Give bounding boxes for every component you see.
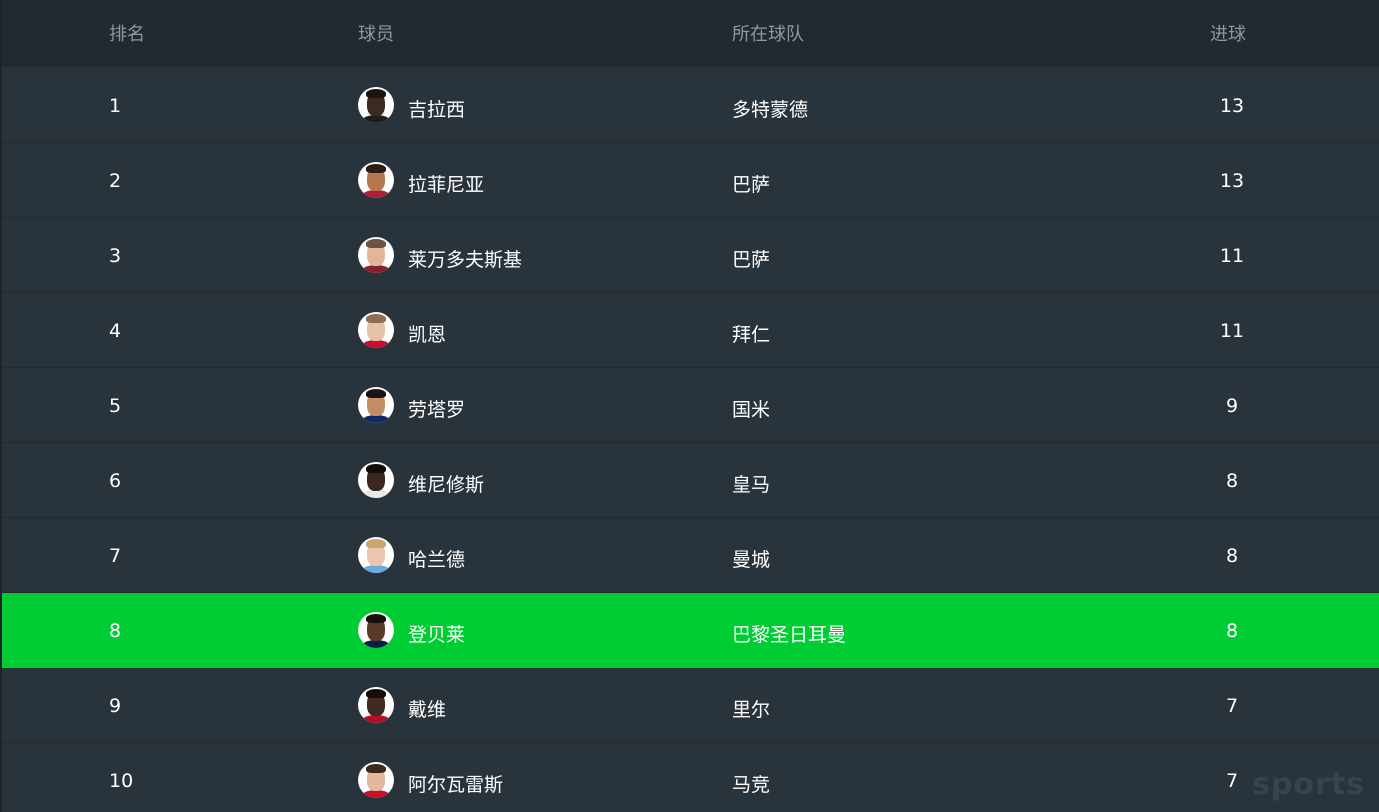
table-row[interactable]: 8 登贝莱 巴黎圣日耳曼 8 xyxy=(2,593,1379,668)
player-name-cell[interactable]: 维尼修斯 xyxy=(408,470,484,497)
table-header: 排名 球员 所在球队 进球 xyxy=(2,0,1379,67)
table-row[interactable]: 3 莱万多夫斯基 巴萨 11 xyxy=(2,218,1379,293)
goals-cell: 11 xyxy=(1219,245,1245,267)
goals-cell: 7 xyxy=(1225,770,1239,792)
rank-cell: 2 xyxy=(109,170,122,192)
team-cell[interactable]: 皇马 xyxy=(732,470,770,497)
table-row[interactable]: 1 吉拉西 多特蒙德 13 xyxy=(2,68,1379,143)
table-row[interactable]: 6 维尼修斯 皇马 8 xyxy=(2,443,1379,518)
rank-cell: 3 xyxy=(109,245,122,267)
goals-cell: 13 xyxy=(1219,95,1245,117)
player-avatar-icon xyxy=(358,387,394,423)
player-avatar-icon xyxy=(358,537,394,573)
rank-cell: 7 xyxy=(109,545,122,567)
rank-cell: 6 xyxy=(109,470,122,492)
team-cell[interactable]: 多特蒙德 xyxy=(732,95,808,122)
header-player: 球员 xyxy=(358,24,394,45)
scorers-table: 排名 球员 所在球队 进球 1 吉拉西 多特蒙德 13 2 拉菲尼亚 巴萨 13 3 莱万多夫斯基… xyxy=(0,0,1379,812)
table-row[interactable]: 5 劳塔罗 国米 9 xyxy=(2,368,1379,443)
watermark-logo: sports xyxy=(1252,767,1365,802)
team-cell[interactable]: 马竞 xyxy=(732,770,770,797)
player-avatar-icon xyxy=(358,762,394,798)
header-rank: 排名 xyxy=(109,24,145,45)
team-cell[interactable]: 曼城 xyxy=(732,545,770,572)
player-name-cell[interactable]: 哈兰德 xyxy=(408,545,465,572)
goals-cell: 11 xyxy=(1219,320,1245,342)
goals-cell: 9 xyxy=(1225,395,1239,417)
table-row[interactable]: 7 哈兰德 曼城 8 xyxy=(2,518,1379,593)
rank-cell: 5 xyxy=(109,395,122,417)
player-avatar-icon xyxy=(358,462,394,498)
table-row[interactable]: 9 戴维 里尔 7 xyxy=(2,668,1379,743)
player-name-cell[interactable]: 戴维 xyxy=(408,695,446,722)
table-row[interactable]: 10 阿尔瓦雷斯 马竞 7 xyxy=(2,743,1379,812)
table-row[interactable]: 2 拉菲尼亚 巴萨 13 xyxy=(2,143,1379,218)
table-body: 1 吉拉西 多特蒙德 13 2 拉菲尼亚 巴萨 13 3 莱万多夫斯基 巴萨 11 4 凯恩 拜仁 11 5 劳塔… xyxy=(2,68,1379,812)
player-avatar-icon xyxy=(358,87,394,123)
rank-cell: 1 xyxy=(109,95,122,117)
rank-cell: 8 xyxy=(109,620,122,642)
rank-cell: 9 xyxy=(109,695,122,717)
team-cell[interactable]: 巴萨 xyxy=(732,245,770,272)
goals-cell: 13 xyxy=(1219,170,1245,192)
header-goals: 进球 xyxy=(1210,24,1246,45)
player-name-cell[interactable]: 劳塔罗 xyxy=(408,395,465,422)
player-name-cell[interactable]: 莱万多夫斯基 xyxy=(408,245,522,272)
player-avatar-icon xyxy=(358,312,394,348)
player-avatar-icon xyxy=(358,237,394,273)
player-name-cell[interactable]: 吉拉西 xyxy=(408,95,465,122)
team-cell[interactable]: 巴黎圣日耳曼 xyxy=(732,620,846,647)
team-cell[interactable]: 里尔 xyxy=(732,695,770,722)
goals-cell: 7 xyxy=(1225,695,1239,717)
player-avatar-icon xyxy=(358,612,394,648)
goals-cell: 8 xyxy=(1225,545,1239,567)
player-avatar-icon xyxy=(358,687,394,723)
player-avatar-icon xyxy=(358,162,394,198)
team-cell[interactable]: 拜仁 xyxy=(732,320,770,347)
player-name-cell[interactable]: 拉菲尼亚 xyxy=(408,170,484,197)
goals-cell: 8 xyxy=(1225,470,1239,492)
rank-cell: 10 xyxy=(109,770,134,792)
table-row[interactable]: 4 凯恩 拜仁 11 xyxy=(2,293,1379,368)
rank-cell: 4 xyxy=(109,320,122,342)
header-team: 所在球队 xyxy=(732,24,804,45)
goals-cell: 8 xyxy=(1225,620,1239,642)
player-name-cell[interactable]: 凯恩 xyxy=(408,320,446,347)
player-name-cell[interactable]: 阿尔瓦雷斯 xyxy=(408,770,503,797)
team-cell[interactable]: 巴萨 xyxy=(732,170,770,197)
player-name-cell[interactable]: 登贝莱 xyxy=(408,620,465,647)
team-cell[interactable]: 国米 xyxy=(732,395,770,422)
